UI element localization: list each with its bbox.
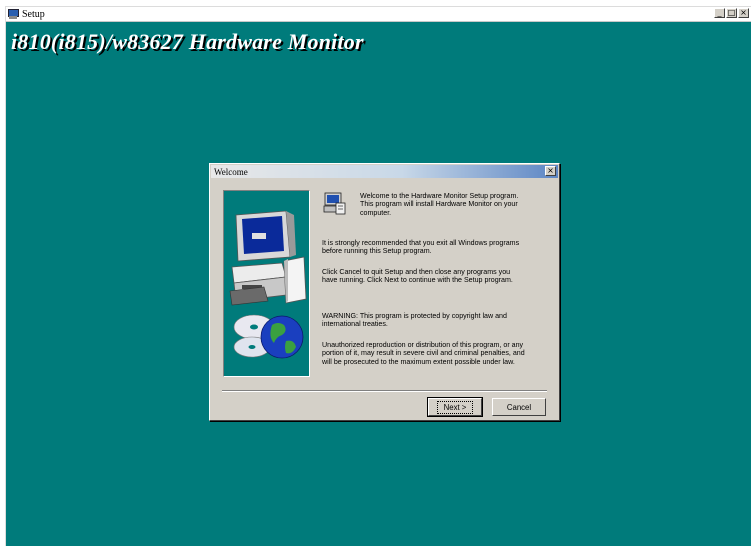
setup-app-icon[interactable] bbox=[8, 9, 19, 19]
dialog-title: Welcome bbox=[214, 166, 248, 177]
banner-title: i810(i815)/w83627 Hardware Monitor bbox=[11, 29, 364, 54]
button-separator bbox=[222, 390, 547, 392]
instructions-text: Click Cancel to quit Setup and then clos… bbox=[322, 268, 513, 285]
cancel-button[interactable]: Cancel bbox=[492, 398, 546, 416]
globe-cd-illustration bbox=[260, 315, 304, 359]
maximize-button[interactable]: □ bbox=[726, 8, 737, 18]
computer-illustration bbox=[229, 210, 307, 359]
minimize-button[interactable]: _ bbox=[714, 8, 725, 18]
warning-text: WARNING: This program is protected by co… bbox=[322, 312, 507, 329]
recommend-text: It is strongly recommended that you exit… bbox=[322, 239, 520, 256]
window-title: Setup bbox=[22, 8, 45, 20]
setup-titlebar[interactable]: Setup _ □ × bbox=[6, 7, 751, 22]
setup-window: Setup _ □ × i810(i815)/w83627 Hardware M… bbox=[5, 6, 751, 546]
next-button-label: Next > bbox=[436, 400, 474, 414]
welcome-dialog: Welcome × Welcome to the Hardware Monito… bbox=[209, 163, 560, 421]
welcome-text: Welcome to the Hardware Monitor Setup pr… bbox=[360, 192, 519, 217]
dialog-close-button[interactable]: × bbox=[545, 166, 556, 176]
dialog-titlebar[interactable]: Welcome × bbox=[211, 165, 558, 178]
close-button[interactable]: × bbox=[738, 8, 749, 18]
setup-side-panel bbox=[223, 190, 310, 377]
next-button[interactable]: Next > bbox=[427, 397, 483, 417]
setup-program-icon bbox=[323, 192, 346, 215]
legal-text: Unauthorized reproduction or distributio… bbox=[322, 341, 525, 366]
window-controls: _ □ × bbox=[714, 8, 749, 18]
